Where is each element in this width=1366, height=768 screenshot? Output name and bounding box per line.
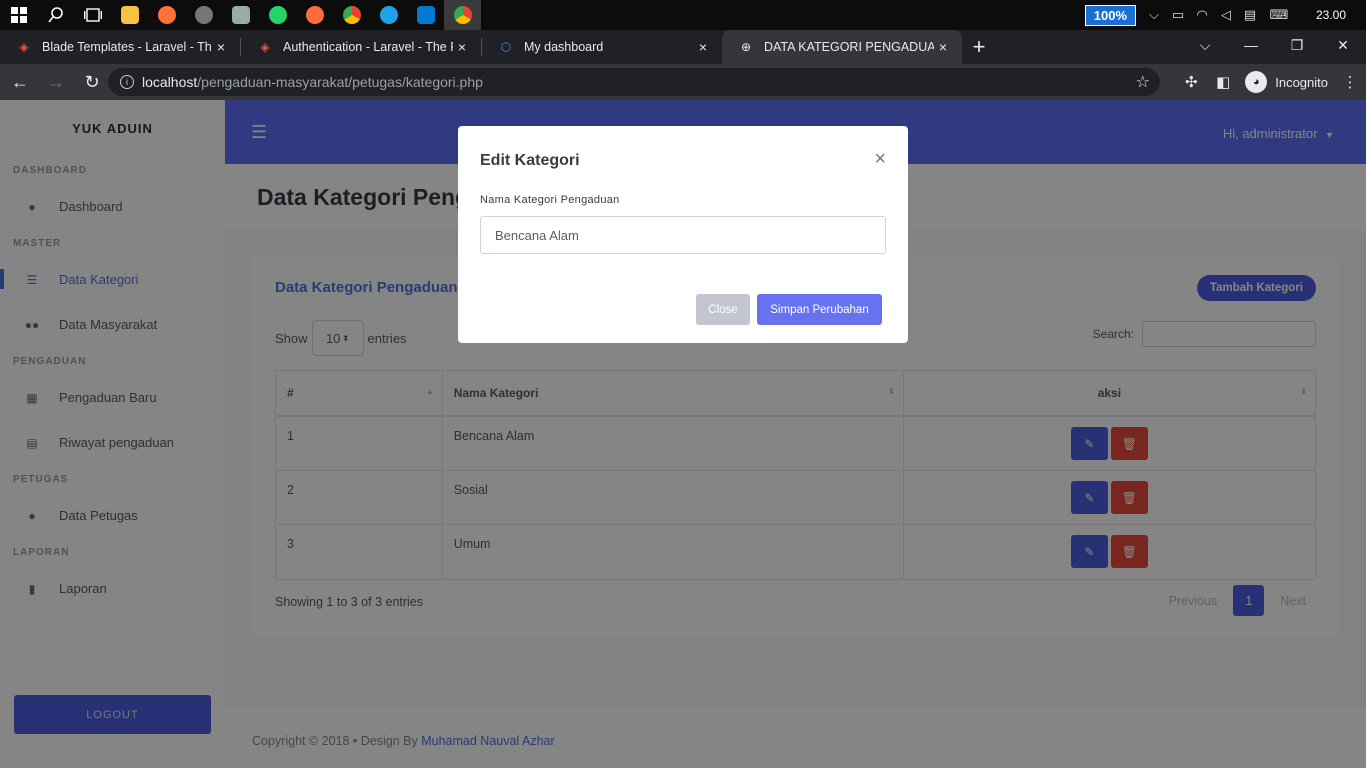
notification-icon[interactable]: ▤ [1238, 0, 1262, 30]
address-bar[interactable]: i localhost/pengaduan-masyarakat/petugas… [108, 68, 1160, 96]
whatsapp-icon[interactable] [259, 0, 296, 30]
laravel-icon: ◈ [260, 40, 270, 54]
browser-toolbar: ← → ↻ i localhost/pengaduan-masyarakat/p… [0, 64, 1366, 100]
tab-title: Blade Templates - Laravel - The P [42, 40, 212, 54]
laravel-icon: ◈ [19, 40, 29, 54]
file-explorer-icon[interactable] [111, 0, 148, 30]
window-controls: ⌵ — ❐ ✕ [1182, 30, 1366, 60]
clock[interactable]: 23.00 [1296, 8, 1366, 22]
windows-start-icon[interactable] [0, 0, 37, 30]
nama-kategori-label: Nama Kategori Pengaduan [480, 194, 620, 206]
app-icon[interactable] [185, 0, 222, 30]
incognito-icon: ◕ [1245, 71, 1268, 93]
back-icon[interactable]: ← [4, 66, 36, 98]
incognito-profile[interactable]: ◕ Incognito [1245, 71, 1328, 93]
search-icon[interactable] [37, 0, 74, 30]
zoom-indicator[interactable]: 100% [1084, 4, 1136, 26]
reload-icon[interactable]: ↻ [76, 66, 108, 98]
web-page: YUK ADUIN DASHBOARD ● Dashboard MASTER ☰… [0, 100, 1366, 768]
site-info-icon[interactable]: i [120, 75, 134, 89]
close-icon[interactable]: × [874, 148, 886, 171]
forward-icon[interactable]: → [40, 66, 72, 98]
restore-icon[interactable]: ❐ [1274, 30, 1320, 60]
photos-icon[interactable] [222, 0, 259, 30]
browser-tab-authentication[interactable]: ◈ Authentication - Laravel - The PH × [241, 30, 481, 64]
incognito-label: Incognito [1275, 74, 1328, 90]
volume-icon[interactable]: ◁ [1214, 0, 1238, 30]
windows-taskbar: 100% ⌵ ▭ ◠ ◁ ▤ ⌨ 23.00 [0, 0, 1366, 30]
battery-icon[interactable]: ▭ [1166, 0, 1190, 30]
keyboard-icon[interactable]: ⌨ [1262, 0, 1296, 30]
bookmark-star-icon[interactable]: ☆ [1136, 72, 1150, 92]
vscode-icon[interactable] [407, 0, 444, 30]
close-button[interactable]: Close [696, 294, 750, 325]
browser-actions: ✣ ◧ ◕ Incognito ⋮ [1175, 64, 1366, 100]
tab-title: My dashboard [524, 40, 604, 54]
close-tab-icon[interactable]: × [934, 39, 952, 55]
url-path: /pengaduan-masyarakat/petugas/kategori.p… [197, 74, 483, 90]
postman-icon[interactable] [296, 0, 333, 30]
dashboard-icon: ⬡ [500, 40, 512, 54]
side-panel-icon[interactable]: ◧ [1207, 66, 1239, 98]
edit-kategori-modal: Edit Kategori × Nama Kategori Pengaduan … [458, 126, 908, 343]
modal-title: Edit Kategori [480, 152, 580, 169]
close-tab-icon[interactable]: × [453, 39, 471, 55]
tab-title: Authentication - Laravel - The PH [283, 40, 453, 54]
chevron-down-icon[interactable]: ⌵ [1142, 0, 1166, 30]
tab-search-icon[interactable]: ⌵ [1182, 30, 1228, 60]
edge-icon[interactable] [370, 0, 407, 30]
chrome-incognito-icon[interactable] [444, 0, 481, 30]
nama-kategori-input[interactable] [480, 216, 886, 254]
new-tab-button[interactable]: + [962, 30, 996, 64]
firefox-icon[interactable] [148, 0, 185, 30]
browser-tab-my-dashboard[interactable]: ⬡ My dashboard × [482, 30, 722, 64]
close-tab-icon[interactable]: × [694, 39, 712, 55]
minimize-icon[interactable]: — [1228, 30, 1274, 60]
browser-tab-strip: ◈ Blade Templates - Laravel - The P × ◈ … [0, 30, 1366, 64]
save-changes-button[interactable]: Simpan Perubahan [757, 294, 882, 325]
wifi-icon[interactable]: ◠ [1190, 0, 1214, 30]
close-tab-icon[interactable]: × [212, 39, 230, 55]
close-window-icon[interactable]: ✕ [1320, 30, 1366, 60]
chrome-icon[interactable] [333, 0, 370, 30]
more-menu-icon[interactable]: ⋮ [1334, 66, 1366, 98]
url-host: localhost [142, 74, 198, 90]
task-view-icon[interactable] [74, 0, 111, 30]
browser-tab-data-kategori[interactable]: ⊕ DATA KATEGORI PENGADUAN × [722, 30, 962, 64]
system-tray: 100% ⌵ ▭ ◠ ◁ ▤ ⌨ 23.00 [1084, 0, 1366, 30]
tab-title: DATA KATEGORI PENGADUAN [764, 40, 934, 54]
browser-tab-blade[interactable]: ◈ Blade Templates - Laravel - The P × [0, 30, 240, 64]
extensions-icon[interactable]: ✣ [1175, 66, 1207, 98]
globe-icon: ⊕ [740, 40, 752, 54]
